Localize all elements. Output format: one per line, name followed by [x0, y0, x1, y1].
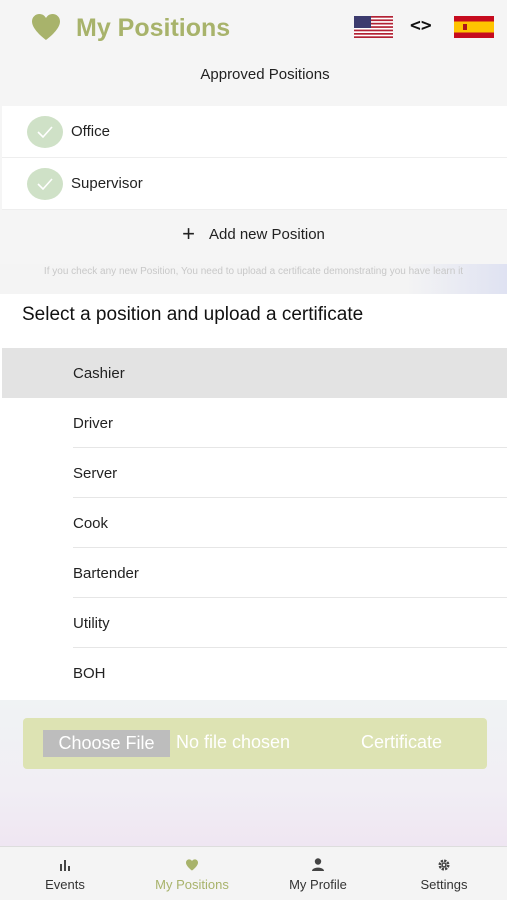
bottom-tab-bar: Events My Positions My Profile Settings: [0, 846, 507, 900]
position-item-utility[interactable]: Utility: [2, 598, 507, 648]
add-position-label: Add new Position: [208, 225, 325, 243]
position-select-panel: Select a position and upload a certifica…: [0, 294, 507, 700]
app-header: My Positions <>: [0, 0, 507, 58]
approved-item-supervisor: Supervisor: [2, 158, 507, 210]
certificate-label: Certificate: [361, 732, 443, 752]
check-icon: [27, 116, 63, 148]
check-icon: [27, 168, 63, 200]
page-title: My Positions: [76, 14, 231, 42]
person-icon: [311, 857, 325, 873]
chart-icon: [58, 857, 72, 873]
tab-settings[interactable]: Settings: [413, 847, 475, 900]
approved-item-label: Office: [71, 123, 110, 140]
code-toggle-icon[interactable]: <>: [410, 15, 432, 36]
tab-my-positions[interactable]: My Positions: [146, 847, 238, 900]
position-item-cashier[interactable]: Cashier: [2, 348, 507, 398]
position-list: Cashier Driver Server Cook Bartender Uti…: [2, 348, 507, 698]
position-item-bartender[interactable]: Bartender: [2, 548, 507, 598]
tab-label: My Profile: [289, 876, 347, 892]
position-item-driver[interactable]: Driver: [2, 398, 507, 448]
select-heading: Select a position and upload a certifica…: [22, 304, 364, 325]
position-item-cook[interactable]: Cook: [2, 498, 507, 548]
approved-item-office: Office: [2, 106, 507, 158]
tab-label: My Positions: [155, 876, 229, 892]
spain-flag-icon[interactable]: [454, 16, 494, 38]
certificate-notice: If you check any new Position, You need …: [0, 264, 507, 294]
file-status: No file chosen: [176, 732, 291, 752]
tab-events[interactable]: Events: [34, 847, 96, 900]
heart-icon: [32, 14, 60, 40]
certificate-upload-field[interactable]: Choose File No file chosen Certificate: [23, 718, 487, 769]
tab-label: Events: [45, 876, 85, 892]
approved-positions-title: Approved Positions: [200, 66, 330, 83]
gear-icon: [437, 857, 451, 873]
approved-positions-list: Office Supervisor: [2, 106, 507, 210]
us-flag-icon[interactable]: [354, 16, 393, 38]
approved-item-label: Supervisor: [71, 175, 143, 192]
add-position-button[interactable]: + Add new Position: [0, 212, 507, 256]
plus-icon: +: [182, 221, 195, 246]
tab-my-profile[interactable]: My Profile: [282, 847, 354, 900]
choose-file-button[interactable]: Choose File: [43, 730, 170, 757]
position-item-server[interactable]: Server: [2, 448, 507, 498]
heart-icon: [185, 857, 199, 873]
tab-label: Settings: [420, 876, 468, 892]
position-item-boh[interactable]: BOH: [2, 648, 507, 698]
